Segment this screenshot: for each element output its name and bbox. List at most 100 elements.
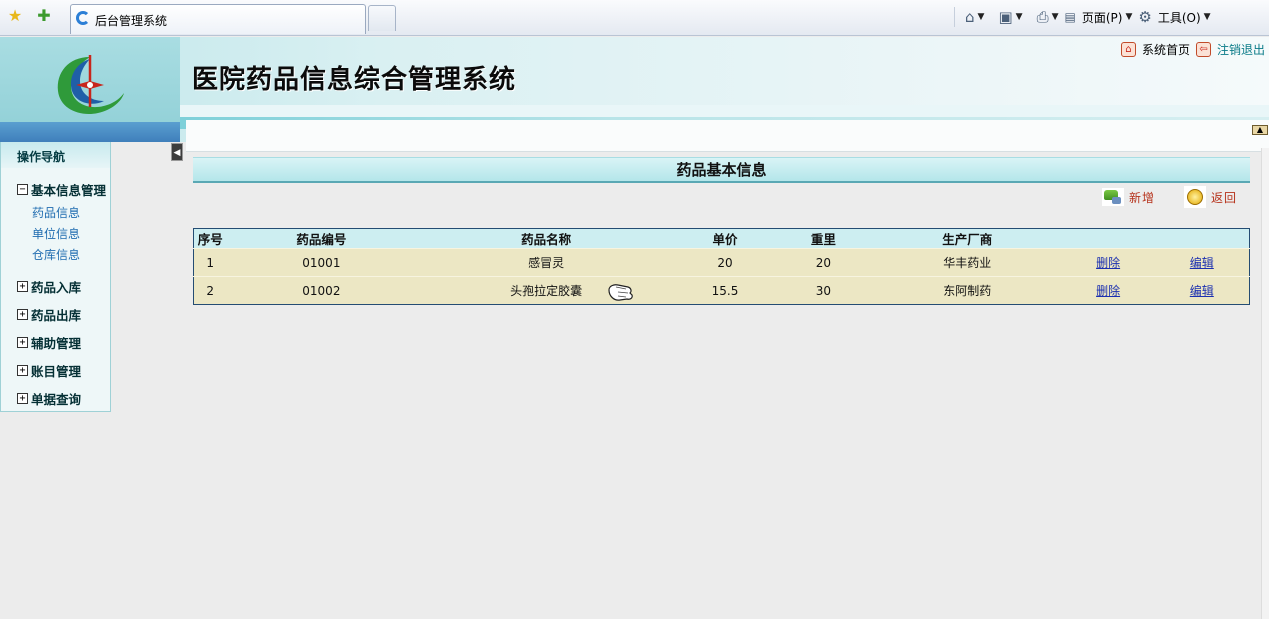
nav-group-label[interactable]: 单据查询: [31, 389, 81, 408]
nav-group-label[interactable]: 基本信息管理: [31, 180, 106, 199]
main-content: ▲ 药品基本信息 新增 返回 序号 药品编号 药品名称 单价 重里 生产厂商 1…: [186, 120, 1269, 619]
column-header: 单价: [676, 228, 774, 249]
back-label: 返回: [1211, 190, 1238, 205]
header-links: ⌂ 系统首页 ⇦ 注销退出: [1120, 41, 1265, 58]
home-icon[interactable]: ⌂: [1120, 42, 1136, 57]
nav-group-accounts[interactable]: + 账目管理: [17, 361, 81, 380]
collapse-sidebar-button[interactable]: ◀: [171, 143, 183, 161]
back-button[interactable]: 返回: [1184, 186, 1237, 208]
chevron-down-icon[interactable]: ▼: [1052, 12, 1059, 22]
hospital-logo-icon: [57, 55, 124, 115]
panel-title: 药品基本信息: [193, 157, 1250, 183]
cell-no: 2: [193, 276, 227, 305]
cell-code: 01001: [226, 248, 417, 277]
main-topbar: ▲: [186, 120, 1269, 152]
new-tab-button[interactable]: [368, 5, 396, 31]
table-row: 2 01002 头孢拉定胶囊 15.5 30 东阿制药 删除 编辑: [193, 276, 1250, 305]
edit-cell: 编辑: [1154, 276, 1250, 305]
cell-no: 1: [193, 248, 227, 277]
add-favorites-icon[interactable]: ✚: [34, 6, 54, 26]
left-navigation: 操作导航 − 基本信息管理 药品信息 单位信息 仓库信息 + 药品入库 + 药品…: [0, 142, 111, 412]
action-bar: 新增 返回: [1102, 184, 1252, 214]
logout-icon[interactable]: ⇦: [1195, 42, 1211, 57]
cell-maker: 华丰药业: [872, 248, 1062, 277]
cell-code: 01002: [226, 276, 417, 305]
feeds-icon[interactable]: ▣: [998, 8, 1012, 26]
column-header: 生产厂商: [872, 228, 1062, 249]
edit-cell: 编辑: [1154, 248, 1250, 277]
expand-icon[interactable]: +: [17, 393, 28, 404]
scroll-up-button[interactable]: ▲: [1252, 125, 1268, 135]
nav-group-label[interactable]: 药品出库: [31, 305, 81, 324]
mouse-cursor-icon: [608, 284, 633, 301]
delete-link[interactable]: 删除: [1096, 256, 1120, 270]
cell-weight: 30: [773, 276, 873, 305]
expand-icon[interactable]: +: [17, 281, 28, 292]
nav-group-label[interactable]: 账目管理: [31, 361, 81, 380]
nav-title: 操作导航: [17, 150, 66, 164]
back-icon: [1184, 186, 1206, 208]
column-header: 药品编号: [226, 228, 417, 249]
nav-group-aux[interactable]: + 辅助管理: [17, 333, 81, 352]
logo-band: [0, 122, 180, 142]
command-bar: ⌂ ▼ ▣ ▼ ⎙ ▼ ▤ 页面(P) ▼ ⚙ 工具(O) ▼: [950, 4, 1269, 30]
column-header: 药品名称: [416, 228, 677, 249]
home-icon[interactable]: ⌂: [965, 8, 975, 26]
column-header: [1061, 228, 1155, 249]
collapse-icon[interactable]: −: [17, 184, 28, 195]
chevron-down-icon[interactable]: ▼: [1125, 12, 1132, 22]
nav-item-drug-info[interactable]: 药品信息: [32, 204, 80, 221]
gear-icon[interactable]: ⚙: [1138, 8, 1151, 26]
nav-group-label[interactable]: 药品入库: [31, 277, 81, 296]
table-header-row: 序号 药品编号 药品名称 单价 重里 生产厂商: [193, 228, 1250, 249]
browser-tab-active[interactable]: 后台管理系统: [70, 4, 366, 34]
toolbar-divider: [954, 7, 955, 27]
column-header: [1154, 228, 1250, 249]
logo-area: [0, 37, 180, 142]
edit-link[interactable]: 编辑: [1190, 284, 1214, 298]
nav-group-label[interactable]: 辅助管理: [31, 333, 81, 352]
chevron-down-icon[interactable]: ▼: [1204, 12, 1211, 22]
nav-group-drug-out[interactable]: + 药品出库: [17, 305, 81, 324]
expand-icon[interactable]: +: [17, 337, 28, 348]
add-label: 新增: [1129, 190, 1156, 205]
cell-weight: 20: [773, 248, 873, 277]
system-title: 医院药品信息综合管理系统: [192, 65, 517, 95]
column-header: 序号: [193, 228, 227, 249]
page-icon[interactable]: ▤: [1065, 10, 1076, 24]
cell-price: 20: [676, 248, 774, 277]
expand-icon[interactable]: +: [17, 309, 28, 320]
ie-logo-icon: [76, 11, 90, 25]
column-header: 重里: [773, 228, 873, 249]
cell-name: 感冒灵: [416, 248, 677, 277]
favorites-star-icon[interactable]: ★: [5, 6, 25, 26]
print-icon[interactable]: ⎙: [1037, 8, 1049, 26]
header-stripe: [180, 105, 1269, 117]
logout-link[interactable]: 注销退出: [1217, 41, 1265, 58]
drug-table: 序号 药品编号 药品名称 单价 重里 生产厂商 1 01001 感冒灵 20 2…: [193, 228, 1250, 305]
tools-menu[interactable]: 工具(O): [1158, 9, 1201, 26]
browser-tab-title: 后台管理系统: [95, 14, 168, 28]
scrollbar[interactable]: [1261, 148, 1269, 619]
cell-price: 15.5: [676, 276, 774, 305]
add-button[interactable]: 新增: [1102, 186, 1155, 208]
nav-group-drug-in[interactable]: + 药品入库: [17, 277, 81, 296]
nav-item-unit-info[interactable]: 单位信息: [32, 225, 80, 242]
table-row: 1 01001 感冒灵 20 20 华丰药业 删除 编辑: [193, 248, 1250, 277]
browser-toolbar: ★ ✚ 后台管理系统 ⌂ ▼ ▣ ▼ ⎙ ▼ ▤ 页面(P) ▼ ⚙ 工具(O) ▼: [0, 0, 1269, 36]
cell-name: 头孢拉定胶囊: [416, 276, 677, 305]
delete-link[interactable]: 删除: [1096, 284, 1120, 298]
home-link[interactable]: 系统首页: [1142, 41, 1190, 58]
delete-cell: 删除: [1061, 248, 1155, 277]
nav-header: 操作导航: [1, 142, 110, 168]
nav-item-warehouse-info[interactable]: 仓库信息: [32, 246, 80, 263]
chevron-down-icon[interactable]: ▼: [1016, 12, 1023, 22]
nav-group-basic-info[interactable]: − 基本信息管理: [17, 180, 106, 199]
nav-group-documents[interactable]: + 单据查询: [17, 389, 81, 408]
edit-link[interactable]: 编辑: [1190, 256, 1214, 270]
cell-maker: 东阿制药: [872, 276, 1062, 305]
chevron-down-icon[interactable]: ▼: [978, 12, 985, 22]
expand-icon[interactable]: +: [17, 365, 28, 376]
page-menu[interactable]: 页面(P): [1082, 9, 1123, 26]
add-icon: [1102, 188, 1124, 206]
